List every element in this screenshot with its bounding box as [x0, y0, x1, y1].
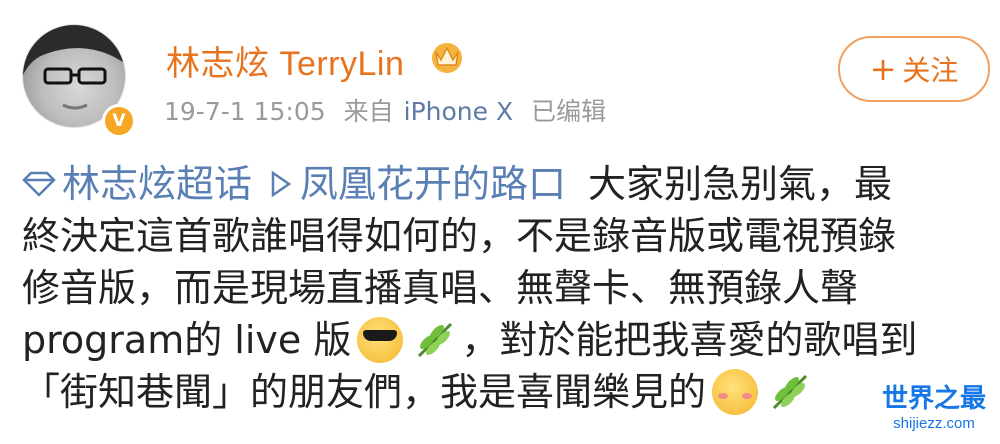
- place-link-label: 凤凰花开的路口: [300, 162, 567, 206]
- sunglasses-emoji-icon: [357, 317, 404, 363]
- content-line-2: 終決定這首歌誰唱得如何的，不是錄音版或電視預錄: [22, 210, 982, 262]
- content-line-1: 林志炫超话 凤凰花开的路口 大家别急别氣，最: [22, 158, 982, 210]
- content-text-1: 大家别急别氣，最: [588, 162, 893, 206]
- username[interactable]: 林志炫 TerryLin: [166, 36, 404, 85]
- source-prefix: 来自: [343, 97, 394, 126]
- edited-label[interactable]: 已编辑: [531, 97, 606, 126]
- source-device[interactable]: iPhone X: [404, 97, 513, 126]
- place-link[interactable]: 凤凰花开的路口: [270, 158, 566, 210]
- leaf-icon: [772, 374, 808, 410]
- topic-link-label: 林志炫超话: [62, 162, 253, 206]
- leaf-icon: [418, 322, 453, 358]
- content-text-2: 終決定這首歌誰唱得如何的，不是錄音版或電視預錄: [22, 214, 897, 258]
- plus-icon: +: [869, 50, 897, 88]
- post-date: 19-7-1 15:05: [164, 97, 326, 126]
- post-content: 林志炫超话 凤凰花开的路口 大家别急别氣，最 終決定這首歌誰唱得如何的，不是錄音…: [22, 158, 982, 418]
- topic-link[interactable]: 林志炫超话: [22, 158, 252, 210]
- verified-badge-icon: V: [102, 104, 136, 138]
- site-watermark: 世界之最 shijiezz.com: [872, 386, 996, 442]
- post-meta: 19-7-1 15:05 来自 iPhone X 已编辑: [164, 92, 616, 128]
- watermark-url: shijiezz.com: [893, 415, 975, 432]
- follow-label: 关注: [902, 54, 959, 87]
- diamond-icon: [22, 171, 56, 197]
- content-text-3: 修音版，而是現場直播真唱、無聲卡、無預錄人聲: [22, 266, 859, 310]
- content-line-4: program的 live 版 ，對於能把我喜愛的歌唱到: [22, 314, 982, 366]
- crown-icon: [432, 43, 462, 73]
- content-line-5: 「街知巷聞」的朋友們，我是喜聞樂見的: [22, 366, 982, 418]
- content-line-3: 修音版，而是現場直播真唱、無聲卡、無預錄人聲: [22, 262, 982, 314]
- watermark-title: 世界之最: [881, 384, 986, 414]
- content-text-4a: program的 live 版: [22, 318, 352, 362]
- avatar[interactable]: V: [22, 24, 136, 138]
- post-header: V 林志炫 TerryLin 19-7-1 15:05 来自 iPhone X 已…: [0, 0, 1000, 150]
- play-triangle-icon: [271, 170, 292, 198]
- content-text-5: 「街知巷聞」的朋友們，我是喜聞樂見的: [22, 370, 707, 414]
- content-text-4b: ，對於能把我喜愛的歌唱到: [461, 318, 918, 362]
- shy-emoji-icon: [712, 369, 759, 415]
- follow-button[interactable]: + 关注: [838, 36, 990, 102]
